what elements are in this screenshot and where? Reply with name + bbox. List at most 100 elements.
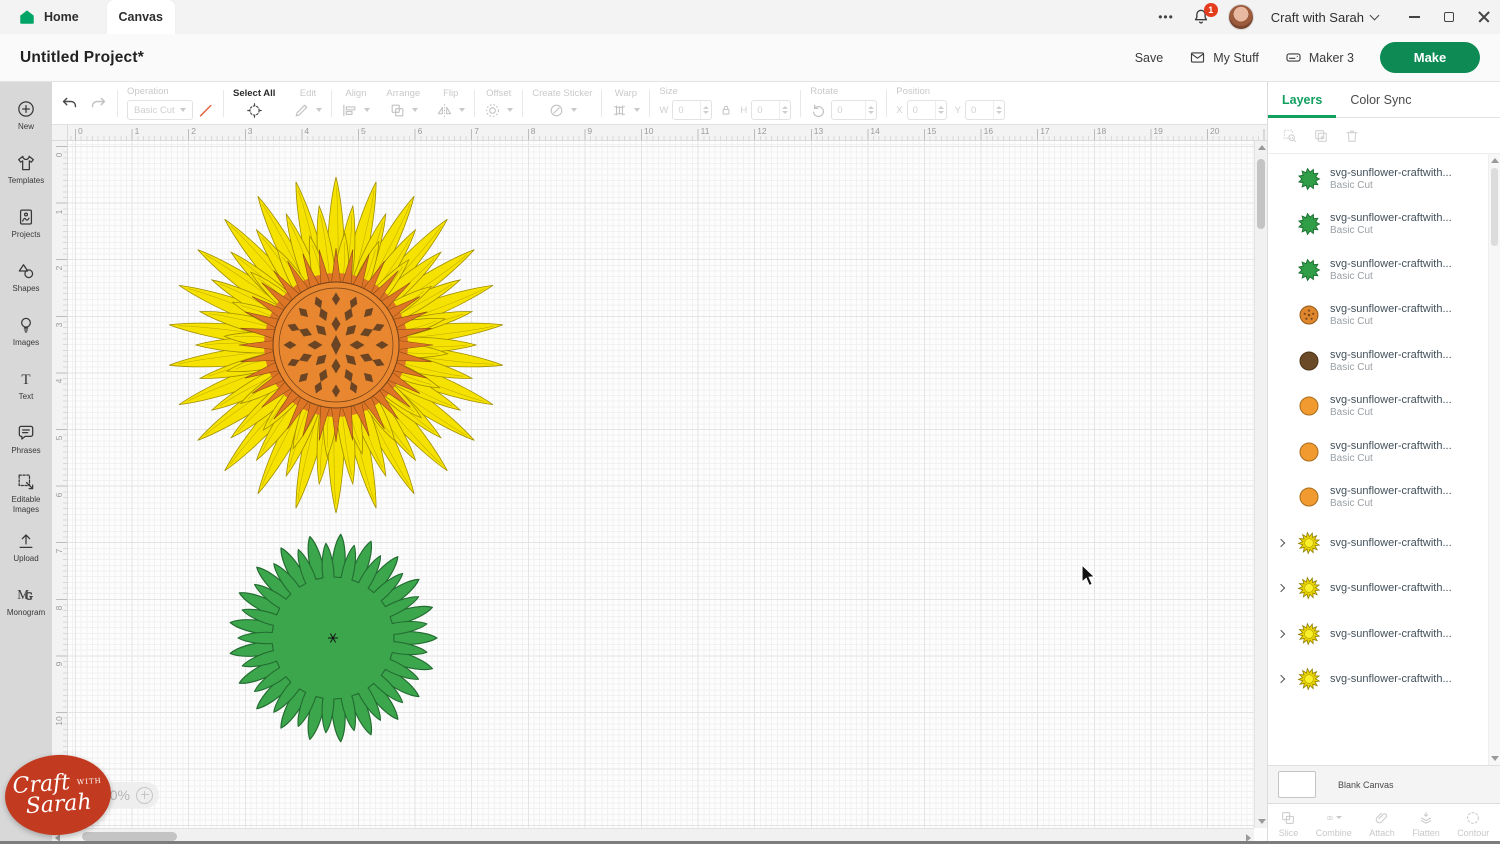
- scroll-up-arrow[interactable]: [1258, 145, 1266, 150]
- layer-row[interactable]: svg-sunflower-craftwith...Basic Cut: [1268, 475, 1500, 521]
- rotate-input[interactable]: 0: [831, 100, 877, 120]
- lock-icon[interactable]: [719, 103, 733, 118]
- blank-canvas-thumbnail: [1278, 771, 1316, 798]
- vertical-scroll-thumb[interactable]: [1257, 159, 1265, 229]
- operation-color-pencil-icon[interactable]: [197, 102, 214, 119]
- minimize-button[interactable]: [1409, 16, 1420, 18]
- sidebar-item-phrases[interactable]: Phrases: [0, 412, 52, 466]
- close-button[interactable]: [1478, 11, 1490, 23]
- redo-button[interactable]: [89, 94, 108, 113]
- chevron-right-icon[interactable]: [1277, 630, 1285, 638]
- position-y-input[interactable]: 0: [965, 100, 1005, 120]
- avatar[interactable]: [1228, 4, 1254, 30]
- machine-select-button[interactable]: Maker 3: [1285, 49, 1354, 66]
- horizontal-scroll-thumb[interactable]: [82, 832, 177, 841]
- width-input[interactable]: 0: [672, 100, 712, 120]
- layer-group-row[interactable]: svg-sunflower-craftwith...: [1268, 520, 1500, 566]
- sidebar-item-projects[interactable]: Projects: [0, 196, 52, 250]
- sidebar-item-upload[interactable]: Upload: [0, 520, 52, 574]
- chevron-right-icon[interactable]: [1277, 584, 1285, 592]
- offset-button[interactable]: [484, 102, 513, 119]
- notifications-button[interactable]: 1: [1191, 7, 1211, 27]
- flatten-button[interactable]: Flatten: [1412, 810, 1440, 838]
- sidebar-item-monogram[interactable]: MGMonogram: [0, 574, 52, 628]
- list-scroll-thumb[interactable]: [1491, 168, 1498, 246]
- titlebar: Home Canvas ••• 1 Craft with Sarah: [0, 0, 1500, 34]
- maximize-button[interactable]: [1444, 12, 1454, 22]
- blank-canvas-row[interactable]: Blank Canvas: [1268, 765, 1500, 803]
- layer-row[interactable]: svg-sunflower-craftwith...Basic Cut: [1268, 429, 1500, 475]
- undo-button[interactable]: [60, 94, 79, 113]
- zoom-in-icon[interactable]: [136, 787, 153, 804]
- my-stuff-button[interactable]: My Stuff: [1189, 49, 1259, 66]
- sidebar-item-images[interactable]: Images: [0, 304, 52, 358]
- make-button[interactable]: Make: [1380, 42, 1480, 73]
- h-ruler-number: 7: [474, 126, 479, 136]
- sidebar-item-new[interactable]: New: [0, 88, 52, 142]
- arrange-button[interactable]: [389, 102, 418, 119]
- blank-canvas-label: Blank Canvas: [1338, 780, 1394, 790]
- more-menu-button[interactable]: •••: [1158, 10, 1174, 24]
- create-sticker-button[interactable]: [548, 102, 577, 119]
- layer-group-row[interactable]: svg-sunflower-craftwith...: [1268, 566, 1500, 612]
- sidebar-item-text[interactable]: TText: [0, 358, 52, 412]
- layer-row[interactable]: svg-sunflower-craftwith...Basic Cut: [1268, 202, 1500, 248]
- slice-button[interactable]: Slice: [1279, 810, 1299, 838]
- edit-button[interactable]: [293, 102, 322, 119]
- account-name: Craft with Sarah: [1271, 10, 1364, 25]
- align-label: Align: [345, 88, 366, 99]
- layer-row[interactable]: svg-sunflower-craftwith...Basic Cut: [1268, 384, 1500, 430]
- scroll-down-arrow[interactable]: [1258, 819, 1266, 824]
- layer-list-scrollbar[interactable]: [1488, 154, 1500, 765]
- sidebar-item-templates[interactable]: Templates: [0, 142, 52, 196]
- home-tab[interactable]: Home: [18, 8, 79, 26]
- operation-select[interactable]: Basic Cut: [127, 100, 193, 120]
- zoom-select-icon[interactable]: [1282, 128, 1298, 144]
- layer-name: svg-sunflower-craftwith...: [1330, 167, 1452, 179]
- v-ruler-number: 3: [54, 319, 64, 331]
- sidebar-item-shapes[interactable]: Shapes: [0, 250, 52, 304]
- sunflower-leaves-graphic[interactable]: [225, 530, 441, 746]
- account-menu[interactable]: Craft with Sarah: [1271, 10, 1378, 25]
- tab-layers[interactable]: Layers: [1268, 82, 1336, 117]
- warp-button[interactable]: [611, 102, 640, 119]
- layer-operation: Basic Cut: [1330, 453, 1452, 464]
- list-scroll-down-arrow[interactable]: [1491, 756, 1499, 761]
- height-input[interactable]: 0: [751, 100, 791, 120]
- vertical-scrollbar[interactable]: [1254, 141, 1267, 828]
- horizontal-scrollbar[interactable]: [52, 828, 1254, 843]
- layer-operation: Basic Cut: [1330, 498, 1452, 509]
- horizontal-ruler: 01234567891011121314151617181920: [68, 125, 1267, 141]
- layer-name: svg-sunflower-craftwith...: [1330, 673, 1452, 685]
- slice-icon: [1280, 810, 1296, 826]
- sunflower-graphic[interactable]: [166, 175, 506, 515]
- chevron-right-icon[interactable]: [1277, 539, 1285, 547]
- scroll-right-arrow[interactable]: [1246, 834, 1251, 842]
- select-all-button[interactable]: [246, 102, 263, 119]
- delete-icon[interactable]: [1344, 128, 1360, 144]
- flatten-icon: [1418, 810, 1434, 826]
- position-x-input[interactable]: 0: [907, 100, 947, 120]
- contour-button[interactable]: Contour: [1457, 810, 1489, 838]
- design-canvas[interactable]: [68, 141, 1254, 828]
- canvas-tab[interactable]: Canvas: [107, 0, 175, 34]
- layer-group-row[interactable]: svg-sunflower-craftwith...: [1268, 611, 1500, 657]
- h-ruler-number: 16: [984, 126, 993, 136]
- layer-row[interactable]: svg-sunflower-craftwith...Basic Cut: [1268, 247, 1500, 293]
- attach-button[interactable]: Attach: [1369, 810, 1395, 838]
- chevron-right-icon[interactable]: [1277, 675, 1285, 683]
- layer-row[interactable]: svg-sunflower-craftwith...Basic Cut: [1268, 338, 1500, 384]
- layer-row[interactable]: svg-sunflower-craftwith...Basic Cut: [1268, 156, 1500, 202]
- align-button[interactable]: [341, 102, 370, 119]
- list-scroll-up-arrow[interactable]: [1491, 158, 1499, 163]
- save-button[interactable]: Save: [1135, 51, 1164, 65]
- sidebar-item-editable-images[interactable]: Editable Images: [0, 466, 52, 520]
- flip-button[interactable]: [436, 102, 465, 119]
- tab-color-sync[interactable]: Color Sync: [1336, 82, 1425, 117]
- layer-actions-bar: Slice Combine Attach Flatten Contour: [1268, 803, 1500, 843]
- h-ruler-number: 12: [757, 126, 766, 136]
- layer-row[interactable]: svg-sunflower-craftwith...Basic Cut: [1268, 293, 1500, 339]
- duplicate-icon[interactable]: [1313, 128, 1329, 144]
- layer-group-row[interactable]: svg-sunflower-craftwith...: [1268, 657, 1500, 703]
- combine-button[interactable]: Combine: [1316, 810, 1352, 838]
